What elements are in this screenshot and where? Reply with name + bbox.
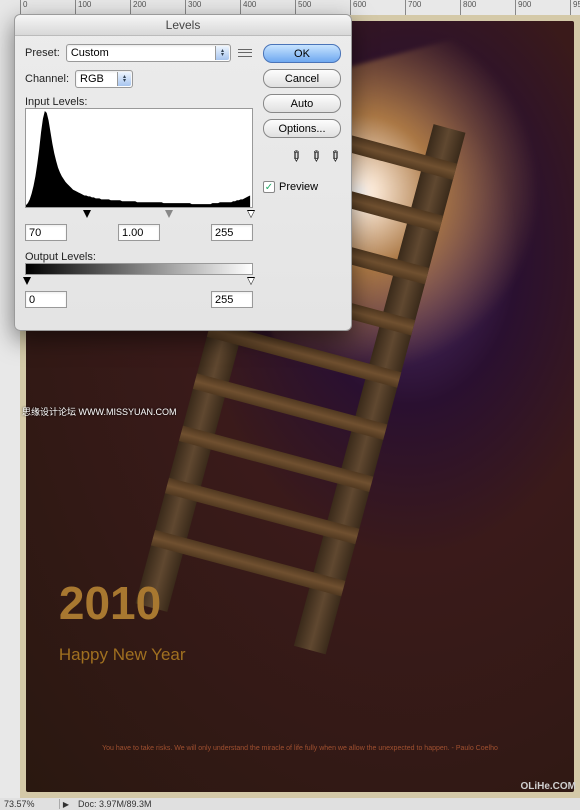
eyedropper-gray-icon[interactable]: ✎ (305, 146, 325, 166)
input-gamma-field[interactable]: 1.00 (118, 224, 160, 241)
preview-checkbox[interactable]: ✓ (263, 181, 275, 193)
output-white-slider[interactable] (247, 277, 255, 285)
options-button[interactable]: Options... (263, 119, 341, 138)
input-sliders[interactable] (25, 210, 253, 220)
poster-year: 2010 (59, 576, 161, 630)
poster-greeting: Happy New Year (59, 645, 186, 665)
eyedropper-group: ✎ ✎ ✎ (263, 148, 341, 165)
zoom-level[interactable]: 73.57% (0, 799, 60, 809)
status-bar: 73.57% ▶ Doc: 3.97M/89.3M (0, 798, 580, 810)
output-white-field[interactable]: 255 (211, 291, 253, 308)
watermark-right: OLiHe.COM (520, 781, 576, 792)
channel-label: Channel: (25, 73, 69, 85)
input-levels-label: Input Levels: (25, 96, 253, 108)
output-sliders[interactable] (25, 277, 253, 287)
chevron-updown-icon: ▴▾ (215, 46, 229, 60)
output-black-slider[interactable] (23, 277, 31, 285)
output-gradient (25, 263, 253, 275)
levels-dialog: Levels Preset: Custom ▴▾ Channel: RGB ▴▾… (14, 14, 352, 331)
watermark-left: 思缘设计论坛 WWW.MISSYUAN.COM (22, 405, 177, 418)
preset-select[interactable]: Custom ▴▾ (66, 44, 231, 62)
black-point-slider[interactable] (83, 210, 91, 218)
zoom-arrow-icon[interactable]: ▶ (60, 800, 72, 809)
output-levels-label: Output Levels: (25, 251, 253, 263)
gamma-slider[interactable] (165, 210, 173, 218)
channel-select[interactable]: RGB ▴▾ (75, 70, 133, 88)
input-black-field[interactable]: 70 (25, 224, 67, 241)
preview-label: Preview (279, 181, 318, 193)
ruler-horizontal: 0100200300400500600700800900950 (20, 0, 580, 15)
auto-button[interactable]: Auto (263, 94, 341, 113)
histogram (25, 108, 253, 208)
preset-label: Preset: (25, 47, 60, 59)
output-black-field[interactable]: 0 (25, 291, 67, 308)
white-point-slider[interactable] (247, 210, 255, 218)
poster-quote: You have to take risks. We will only und… (26, 745, 574, 753)
ok-button[interactable]: OK (263, 44, 341, 63)
cancel-button[interactable]: Cancel (263, 69, 341, 88)
eyedropper-black-icon[interactable]: ✎ (286, 146, 306, 166)
eyedropper-white-icon[interactable]: ✎ (325, 146, 345, 166)
input-white-field[interactable]: 255 (211, 224, 253, 241)
doc-size: Doc: 3.97M/89.3M (72, 799, 152, 809)
chevron-updown-icon: ▴▾ (117, 72, 131, 86)
dialog-title[interactable]: Levels (15, 15, 351, 36)
preset-menu-icon[interactable] (237, 46, 253, 60)
